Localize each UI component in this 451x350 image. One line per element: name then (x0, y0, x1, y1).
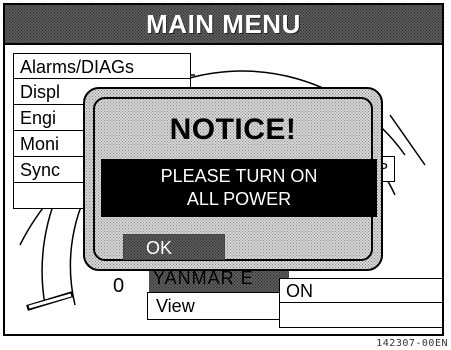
view-button[interactable]: View (147, 292, 281, 320)
notice-message-line-1: PLEASE TURN ON (160, 166, 318, 186)
toggle-off-option[interactable]: OFF (279, 303, 442, 328)
brand-strip: YANMAR E (149, 268, 289, 292)
notice-title: NOTICE! (169, 113, 297, 146)
ok-button[interactable]: OK (123, 234, 225, 260)
gauge-zero-label: 0 (113, 275, 125, 297)
notice-message: PLEASE TURN ON ALL POWER (101, 159, 377, 217)
toggle-on-option[interactable]: ON (279, 278, 442, 303)
display-screen: MAIN MENU IP Alarms/DIAGs Displ Engi Mon… (3, 3, 444, 336)
notice-message-line-2: ALL POWER (186, 189, 292, 209)
gauge-tick-right (389, 114, 426, 166)
notice-dialog: NOTICE! PLEASE TURN ON ALL POWER OK (83, 87, 383, 271)
menu-item-alarms-diags[interactable]: Alarms/DIAGs (13, 53, 191, 79)
title-bar: MAIN MENU (5, 5, 442, 45)
notice-dialog-frame: NOTICE! PLEASE TURN ON ALL POWER OK (93, 97, 377, 261)
page-title: MAIN MENU (146, 9, 301, 39)
on-off-toggle: ON OFF (279, 278, 442, 328)
figure-code: 142307-00EN (376, 338, 448, 349)
brand-text: YANMAR E (153, 268, 254, 288)
